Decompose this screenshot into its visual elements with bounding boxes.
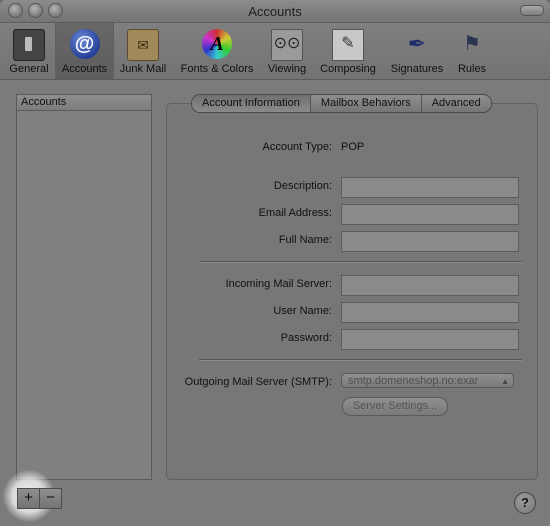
toolbar-accounts-label: Accounts <box>61 63 108 75</box>
toolbar-rules-label: Rules <box>457 63 487 75</box>
rules-icon: ⚑ <box>463 33 481 55</box>
general-switch-icon <box>13 29 45 61</box>
tab-mailbox-behaviors[interactable]: Mailbox Behaviors <box>311 95 422 112</box>
accounts-list-header[interactable]: Accounts <box>17 95 151 111</box>
toolbar-accounts[interactable]: @ Accounts <box>55 23 114 79</box>
toolbar-rules[interactable]: ⚑ Rules <box>452 23 492 79</box>
toolbar-fonts-colors-label: Fonts & Colors <box>180 63 254 75</box>
user-name-label: User Name: <box>273 305 332 317</box>
toolbar-signatures[interactable]: ✒ Signatures <box>385 23 449 79</box>
tab-advanced[interactable]: Advanced <box>422 95 491 112</box>
divider <box>199 359 522 361</box>
smtp-server-value: smtp.domeneshop.no:exar <box>348 375 479 387</box>
popup-arrows-icon: ▲ <box>501 377 509 386</box>
tab-account-information[interactable]: Account Information <box>192 95 311 112</box>
toolbar-viewing[interactable]: ⊙⊙ Viewing <box>262 23 312 79</box>
toolbar-composing-label: Composing <box>320 63 376 75</box>
server-settings-button[interactable]: Server Settings... <box>342 397 448 416</box>
email-address-label: Email Address: <box>258 207 332 219</box>
user-name-field[interactable] <box>341 302 519 323</box>
toolbar-junk-mail[interactable]: ✉ Junk Mail <box>114 23 172 79</box>
smtp-server-label: Outgoing Mail Server (SMTP): <box>184 376 332 388</box>
viewing-glasses-icon: ⊙⊙ <box>271 29 303 61</box>
help-button[interactable]: ? <box>514 492 536 514</box>
full-name-label: Full Name: <box>278 234 332 246</box>
account-type-value: POP <box>341 141 365 153</box>
password-label: Password: <box>280 332 332 344</box>
full-name-field[interactable] <box>341 231 519 252</box>
toolbar-viewing-label: Viewing <box>267 63 307 75</box>
toolbar-fonts-colors[interactable]: A Fonts & Colors <box>174 23 260 79</box>
tab-bar: Account Information Mailbox Behaviors Ad… <box>191 94 492 113</box>
at-sign-icon: @ <box>69 29 100 59</box>
toolbar-general-label: General <box>9 63 49 75</box>
description-label: Description: <box>273 180 332 192</box>
toolbar-composing[interactable]: ✎ Composing <box>315 23 381 79</box>
signature-pen-icon: ✒ <box>407 31 427 56</box>
title-bar[interactable]: Accounts <box>0 0 550 23</box>
toolbar-junk-mail-label: Junk Mail <box>119 63 167 75</box>
password-field[interactable] <box>341 329 519 350</box>
preferences-toolbar: General @ Accounts ✉ Junk Mail A Fonts &… <box>0 23 550 80</box>
composing-pen-icon: ✎ <box>332 29 364 61</box>
fonts-colors-icon: A <box>202 29 232 59</box>
remove-account-button[interactable]: − <box>39 488 62 509</box>
email-address-field[interactable] <box>341 204 519 225</box>
description-field[interactable] <box>341 177 519 198</box>
junk-mail-icon: ✉ <box>127 29 159 61</box>
toolbar-toggle-button[interactable] <box>520 5 544 16</box>
add-account-button[interactable]: + <box>17 488 40 509</box>
accounts-list[interactable]: Accounts <box>16 94 152 480</box>
account-type-label: Account Type: <box>262 141 332 153</box>
smtp-server-popup[interactable]: smtp.domeneshop.no:exar ▲ <box>341 373 514 388</box>
divider <box>199 261 522 263</box>
window-title: Accounts <box>248 4 302 19</box>
incoming-mail-server-field[interactable] <box>341 275 519 296</box>
accounts-window: Accounts General @ Accounts ✉ Junk Mail … <box>0 0 550 526</box>
incoming-mail-server-label: Incoming Mail Server: <box>225 278 332 290</box>
toolbar-signatures-label: Signatures <box>390 63 444 75</box>
toolbar-general[interactable]: General <box>5 23 53 79</box>
